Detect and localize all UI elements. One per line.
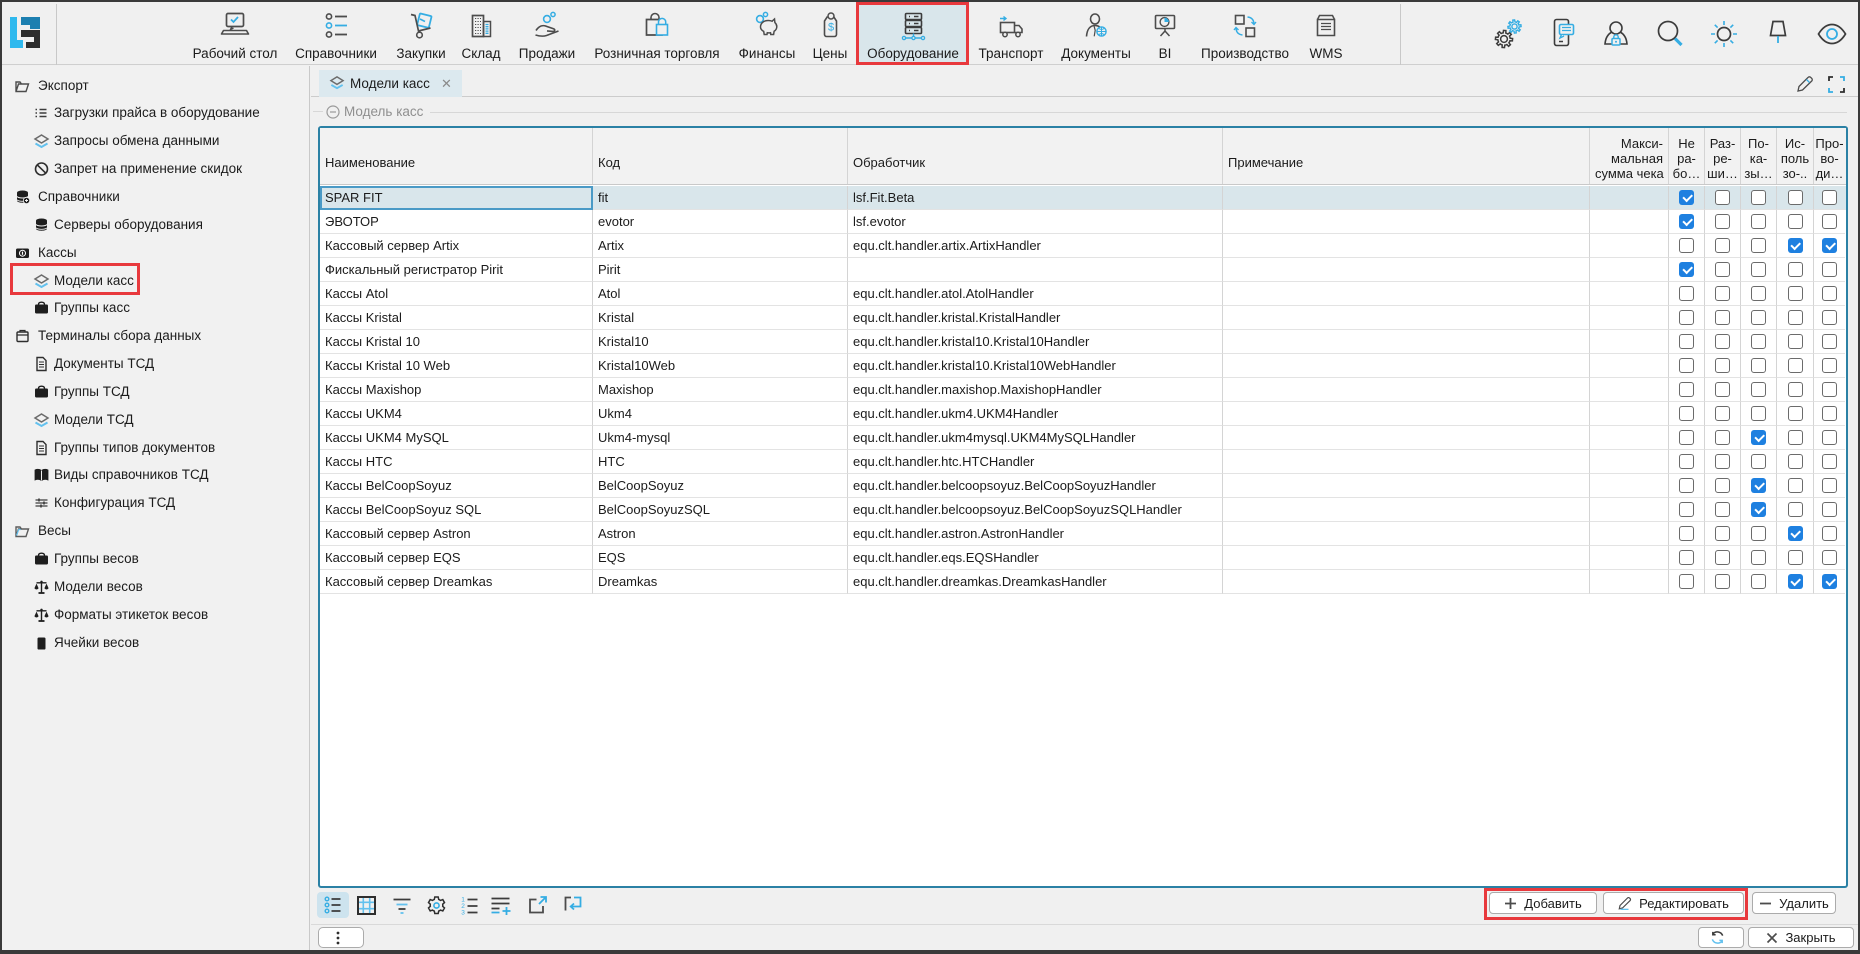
svg-text:$: $ bbox=[828, 22, 834, 34]
svg-text:3: 3 bbox=[461, 910, 465, 916]
